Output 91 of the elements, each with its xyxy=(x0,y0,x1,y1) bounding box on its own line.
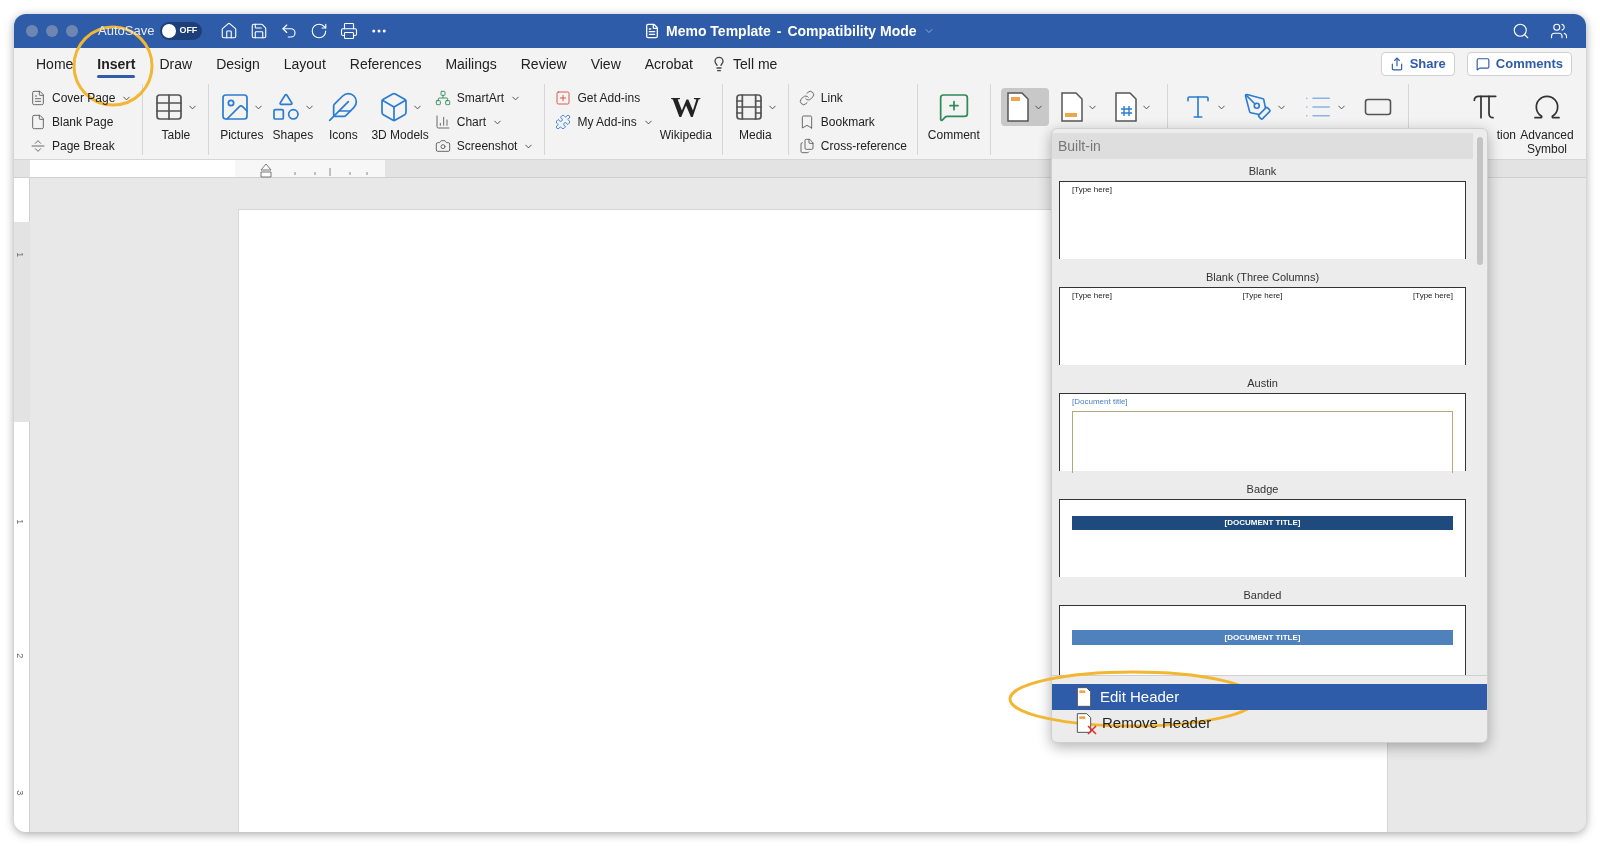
ribbon-button[interactable]: Page Break xyxy=(30,136,133,156)
menu-tab[interactable]: Layout xyxy=(271,48,338,80)
menu-tab[interactable]: Acrobat xyxy=(632,48,705,80)
option-name: Banded xyxy=(1242,588,1283,603)
option-name: Austin xyxy=(1246,376,1279,391)
chart-icon xyxy=(434,114,451,130)
menu-tab[interactable]: Design xyxy=(204,48,272,80)
ribbon-button[interactable]: Icons xyxy=(321,84,366,142)
placeholder-text: [Type here] xyxy=(1412,290,1453,300)
document-icon xyxy=(644,23,660,39)
menu-item[interactable]: Edit Header xyxy=(1052,684,1487,710)
ribbon-button[interactable]: SmartArt xyxy=(434,88,535,108)
menu-tab[interactable]: View xyxy=(578,48,633,80)
home-icon[interactable] xyxy=(220,22,239,40)
ribbon-button[interactable]: 3D Models xyxy=(371,84,429,142)
ribbon-button[interactable]: Get Add-ins xyxy=(555,88,654,108)
ribbon-button[interactable]: Chart xyxy=(434,112,535,132)
page-delete-icon xyxy=(1076,713,1094,733)
wikipedia-logo: W xyxy=(670,92,701,122)
undo-icon[interactable] xyxy=(280,22,299,40)
ribbon-button[interactable]: Table xyxy=(153,84,199,142)
scrollbar-thumb[interactable] xyxy=(1477,137,1483,265)
save-icon[interactable] xyxy=(250,22,269,40)
pages-icon xyxy=(798,138,815,154)
share-icon xyxy=(1389,57,1404,71)
header-option[interactable]: Blank (Three Columns) [Type here] [Type here] [Type here] xyxy=(1052,265,1473,371)
search-icon[interactable] xyxy=(1512,22,1530,40)
ruler-number: 1 xyxy=(14,252,27,258)
ribbon-button[interactable]: Link xyxy=(798,88,907,108)
ruler-number: 3 xyxy=(14,790,27,796)
pen-icon xyxy=(1242,92,1273,122)
option-name: Blank xyxy=(1247,164,1278,179)
page-break-icon xyxy=(30,138,46,154)
header-option[interactable]: Blank [Type here] xyxy=(1052,159,1473,265)
share-button[interactable]: Share xyxy=(1380,52,1455,76)
ribbon-button[interactable]: Pictures xyxy=(219,84,265,142)
menu-tab[interactable]: References xyxy=(337,48,434,80)
placeholder-text: [Document title] xyxy=(1072,396,1129,408)
header-option[interactable]: Austin [Document title] xyxy=(1052,371,1473,477)
lightbulb-icon xyxy=(711,56,727,72)
ribbon-button[interactable] xyxy=(1000,88,1049,126)
placeholder-text: [Type here] xyxy=(1072,184,1113,196)
title-bar: [DOCUMENT TITLE] xyxy=(1072,630,1453,645)
print-icon[interactable] xyxy=(340,22,359,40)
option-name: Blank (Three Columns) xyxy=(1204,270,1321,285)
document-mode: Compatibility Mode xyxy=(787,21,917,41)
ruler-number: 1 xyxy=(14,519,27,525)
feather-icon xyxy=(327,91,360,123)
ribbon-button[interactable]: Advanced Symbol xyxy=(1516,84,1578,156)
page-icon xyxy=(30,114,46,130)
header-icon xyxy=(1076,687,1092,707)
placeholder-text: [Type here] xyxy=(1072,290,1113,300)
document-icon xyxy=(30,90,46,106)
ribbon-button[interactable]: W Wikipedia xyxy=(659,84,712,142)
puzzle-icon xyxy=(555,114,572,130)
comments-button[interactable]: Comments xyxy=(1466,52,1572,76)
ribbon-button[interactable]: Comment xyxy=(927,84,980,142)
menu-tab[interactable]: Insert xyxy=(85,48,148,80)
comment-icon xyxy=(937,91,970,123)
link-icon xyxy=(798,90,815,106)
redo-icon[interactable] xyxy=(310,22,329,40)
menu-tab[interactable]: Draw xyxy=(147,48,205,80)
camera-icon xyxy=(434,138,451,154)
ruler-number: 2 xyxy=(14,653,27,659)
section-heading: Built-in xyxy=(1052,133,1473,159)
title-bar: [DOCUMENT TITLE] xyxy=(1072,516,1453,530)
ribbon-button[interactable]: Cross-reference xyxy=(798,136,907,156)
window-title: Memo Template xyxy=(666,21,771,41)
tell-me-field[interactable]: Tell me xyxy=(733,53,778,75)
placeholder-text: [Type here] xyxy=(1242,290,1283,300)
menu-tab[interactable]: Home xyxy=(24,48,86,80)
diagram-icon xyxy=(434,90,451,106)
header-option[interactable]: Badge [DOCUMENT TITLE] xyxy=(1052,477,1473,583)
option-name: Badge xyxy=(1245,482,1280,497)
header-icon xyxy=(1005,92,1030,122)
ribbon-button[interactable]: Blank Page xyxy=(30,112,133,132)
title-separator: - xyxy=(776,21,782,41)
people-icon[interactable] xyxy=(1550,22,1568,40)
ribbon-button[interactable]: Bookmark xyxy=(798,112,907,132)
autosave-toggle[interactable]: OFF xyxy=(160,22,203,40)
ribbon-button[interactable]: Media xyxy=(732,84,778,142)
ribbon-button[interactable]: Shapes xyxy=(270,84,316,142)
page-number-icon xyxy=(1113,92,1138,122)
menu-tab[interactable]: Review xyxy=(508,48,579,80)
ribbon-button[interactable]: My Add-ins xyxy=(555,112,654,132)
menu-tab[interactable]: Mailings xyxy=(433,48,509,80)
header-option[interactable]: Banded [DOCUMENT TITLE] xyxy=(1052,583,1473,675)
footer-icon xyxy=(1059,92,1084,122)
add-icon xyxy=(555,90,572,106)
comment-icon xyxy=(1475,57,1490,71)
ribbon-button[interactable]: Screenshot xyxy=(434,136,535,156)
